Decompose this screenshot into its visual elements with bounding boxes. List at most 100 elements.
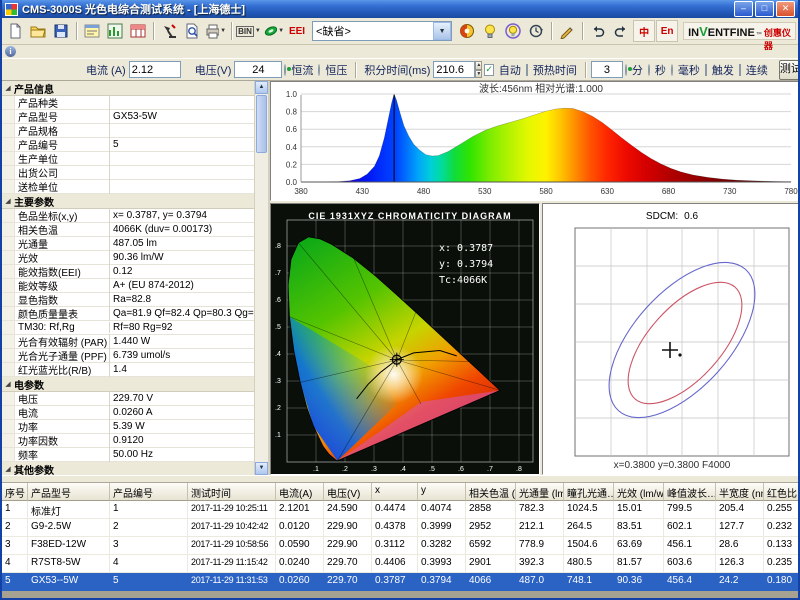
constant-voltage-radio[interactable] [318,64,320,76]
property-value[interactable]: 0.0260 A [110,407,254,418]
test-button[interactable]: 测试 [779,60,800,80]
property-row[interactable]: 红光蓝光比(R/B)1.4 [2,363,254,377]
property-value[interactable]: 4066K (duv= 0.00173) [110,224,254,235]
undo-button[interactable] [587,20,609,42]
property-row[interactable]: 颜色质量量表Qa=81.9 Qf=82.4 Qp=80.3 Qg=90.1 [2,307,254,321]
property-value[interactable]: Rf=80 Rg=92 [110,322,254,333]
table-row[interactable]: 3F38ED-12W32017-11-29 10:58:560.0590229.… [2,537,798,555]
property-value[interactable]: Qa=81.9 Qf=82.4 Qp=80.3 Qg=90.1 [110,308,254,319]
open-file-button[interactable] [27,20,49,42]
property-value[interactable]: GX53-5W [110,111,254,122]
lang-en-button[interactable]: En [656,20,678,42]
title-bar[interactable]: CMS-3000S 光色电综合测试系统 - [上海德士] – □ ✕ [2,0,798,18]
chart-button[interactable] [104,20,126,42]
constant-current-radio[interactable] [284,64,286,76]
property-row[interactable]: 相关色温4066K (duv= 0.00173) [2,223,254,237]
integration-spinner[interactable]: ▲▼ [475,61,482,78]
lang-zh-button[interactable]: 中 [633,20,655,42]
property-section-header[interactable]: ◢其他参数 [2,462,254,475]
column-header[interactable]: 产品型号 [28,483,110,501]
property-row[interactable]: 出货公司 [2,166,254,180]
property-scrollbar[interactable]: ▲ ▼ [254,81,268,475]
property-value[interactable]: A+ (EU 874-2012) [110,280,254,291]
property-row[interactable]: 色品坐标(x,y)x= 0.3787, y= 0.3794 [2,209,254,223]
scroll-down-icon[interactable]: ▼ [255,462,268,475]
column-header[interactable]: 产品编号 [110,483,188,501]
property-row[interactable]: 光合有效辐射 (PAR)1.440 W [2,335,254,349]
property-row[interactable]: 电压229.70 V [2,392,254,406]
property-row[interactable]: 产品型号GX53-5W [2,110,254,124]
close-button[interactable]: ✕ [776,1,795,17]
new-file-button[interactable] [4,20,26,42]
property-value[interactable]: 6.739 umol/s [110,350,254,361]
property-value[interactable]: 0.12 [110,266,254,277]
table-row[interactable]: 5GX53--5W52017-11-29 11:31:530.0260229.7… [2,573,798,591]
spin-up-icon[interactable]: ▲ [475,61,482,70]
property-row[interactable]: 产品规格 [2,124,254,138]
eei-button[interactable]: EEI [286,20,308,42]
property-row[interactable]: 显色指数Ra=82.8 [2,293,254,307]
scroll-track[interactable] [255,154,268,462]
property-row[interactable]: 光通量487.05 lm [2,237,254,251]
column-header[interactable]: 峰值波长… [664,483,716,501]
minutes-radio[interactable] [625,64,627,76]
preheat-time-input[interactable] [591,61,623,78]
property-row[interactable]: 功率5.39 W [2,420,254,434]
property-value[interactable]: 5.39 W [110,421,254,432]
column-header[interactable]: 电流(A) [276,483,324,501]
table-row[interactable]: 1标准灯12017-11-29 10:25:112.120124.5900.44… [2,501,798,519]
save-button[interactable] [50,20,72,42]
column-header[interactable]: x [372,483,418,501]
trigger-checkbox[interactable] [705,64,707,76]
property-section-header[interactable]: ◢主要参数 [2,194,254,209]
seconds-radio[interactable] [648,64,650,76]
property-row[interactable]: 光效90.36 lm/W [2,251,254,265]
column-header[interactable]: 光效 (lm/w) [614,483,664,501]
preset-combobox[interactable]: <缺省> ▼ [312,21,452,41]
property-row[interactable]: 功率因数0.9120 [2,434,254,448]
column-header[interactable]: 序号 [2,483,28,501]
property-row[interactable]: 频率50.00 Hz [2,448,254,462]
property-value[interactable]: 0.9120 [110,435,254,446]
integration-input[interactable] [433,61,475,78]
property-row[interactable]: 能效等级A+ (EU 874-2012) [2,279,254,293]
bulb-on-button[interactable] [502,20,524,42]
minimize-button[interactable]: – [734,1,753,17]
report-button[interactable] [81,20,103,42]
property-row[interactable]: 送检单位 [2,180,254,194]
property-value[interactable]: 90.36 lm/W [110,252,254,263]
property-row[interactable]: 光合光子通量 (PPF)6.739 umol/s [2,349,254,363]
property-value[interactable]: 487.05 lm [110,238,254,249]
table-row[interactable]: 4R7ST8-5W42017-11-29 11:15:420.0240229.7… [2,555,798,573]
column-header[interactable]: 光通量 (lm) [516,483,564,501]
column-header[interactable]: 相关色温 (K) [466,483,516,501]
redo-button[interactable] [610,20,632,42]
horizontal-splitter[interactable] [2,475,798,483]
column-header[interactable]: 瞳孔光通… [564,483,614,501]
preheat-checkbox[interactable] [526,64,528,76]
voltage-input[interactable] [234,61,282,78]
property-row[interactable]: 电流0.0260 A [2,406,254,420]
bulb-off-button[interactable] [479,20,501,42]
column-header[interactable]: 电压(V) [324,483,372,501]
print-preview-button[interactable] [181,20,203,42]
property-row[interactable]: 生产单位 [2,152,254,166]
column-header[interactable]: 测试时间 [188,483,276,501]
property-row[interactable]: 产品编号5 [2,138,254,152]
lamp-test-button[interactable] [158,20,180,42]
current-input[interactable] [129,61,181,78]
history-button[interactable] [525,20,547,42]
marker-button[interactable]: ▼ [262,20,285,42]
continuous-checkbox[interactable] [739,64,741,76]
property-row[interactable]: TM30: Rf,RgRf=80 Rg=92 [2,321,254,335]
color-sphere-button[interactable] [456,20,478,42]
column-header[interactable]: y [418,483,466,501]
scroll-thumb[interactable] [256,95,267,153]
milliseconds-radio[interactable] [671,64,673,76]
data-table-button[interactable] [127,20,149,42]
property-row[interactable]: 能效指数(EEI)0.12 [2,265,254,279]
auto-checkbox[interactable]: ✓ [484,64,494,76]
table-row[interactable]: 2G9-2.5W22017-11-29 10:42:420.0120229.90… [2,519,798,537]
property-row[interactable]: 产品种类 [2,96,254,110]
print-button[interactable]: ▼ [204,20,227,42]
